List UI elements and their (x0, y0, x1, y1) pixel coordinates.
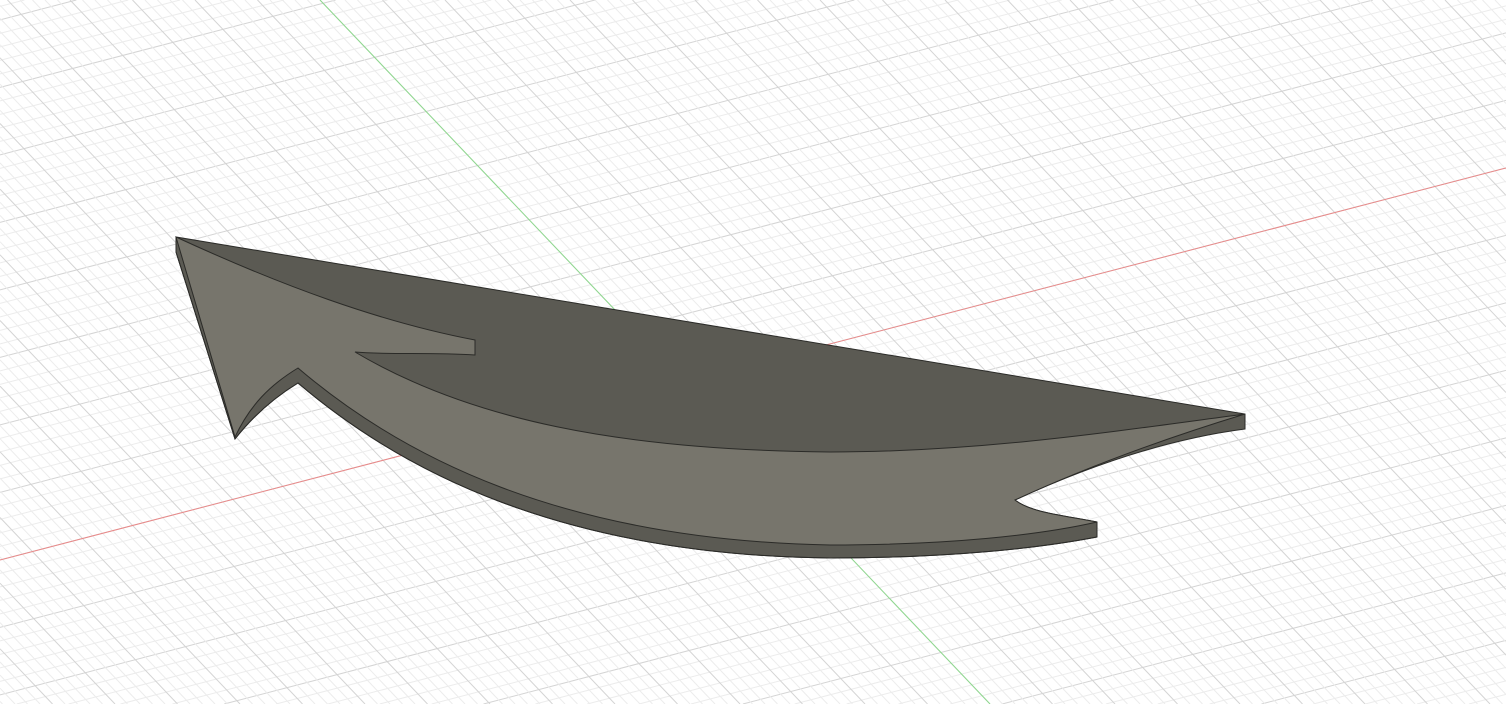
grid-line (1419, 0, 1506, 91)
grid-line (1082, 0, 1506, 446)
grid-line (1407, 0, 1506, 104)
grid-line (957, 0, 1506, 577)
grid-line (0, 648, 53, 704)
grid-line (0, 661, 41, 704)
grid-line (0, 398, 291, 704)
grid-line (0, 569, 128, 704)
grid-line (0, 556, 141, 704)
grid-line (0, 530, 166, 704)
3d-viewport[interactable] (0, 0, 1506, 704)
grid-line (0, 0, 388, 102)
grid-line (1494, 0, 1506, 12)
grid-line (1482, 0, 1506, 26)
grid-line (819, 0, 1491, 704)
grid-line (1194, 0, 1506, 328)
grid-line (1157, 0, 1506, 367)
grid-line (1182, 0, 1506, 341)
grid-line (869, 0, 1506, 669)
grid-line (1169, 0, 1506, 354)
grid-line (0, 543, 153, 704)
grid-line (832, 0, 1503, 704)
grid-line (1332, 0, 1506, 183)
grid-line (1357, 0, 1506, 157)
scene-canvas[interactable] (0, 0, 1506, 704)
grid-line (0, 0, 1011, 264)
grid-line (1107, 0, 1506, 420)
grid-line (0, 464, 228, 704)
grid-line (1069, 0, 1506, 459)
grid-line (0, 0, 336, 88)
grid-line (0, 425, 266, 704)
grid-line (1313, 653, 1506, 704)
grid-line (807, 0, 1478, 704)
grid-line (794, 0, 1466, 704)
grid-line (0, 674, 28, 704)
grid-line (1269, 0, 1506, 249)
grid-line (782, 0, 1453, 704)
grid-line (1119, 0, 1506, 406)
grid-line (1261, 639, 1506, 704)
grid-line (0, 582, 116, 704)
grid-line (1432, 0, 1506, 78)
grid-line (0, 687, 16, 704)
grid-line (1319, 0, 1506, 196)
grid-line (1394, 0, 1506, 117)
grid-line (1369, 0, 1506, 144)
grid-line (1207, 0, 1506, 314)
arrow-body[interactable] (175, 236, 1246, 559)
grid-line (944, 0, 1506, 590)
grid-line (0, 490, 203, 704)
grid-line (857, 0, 1506, 682)
